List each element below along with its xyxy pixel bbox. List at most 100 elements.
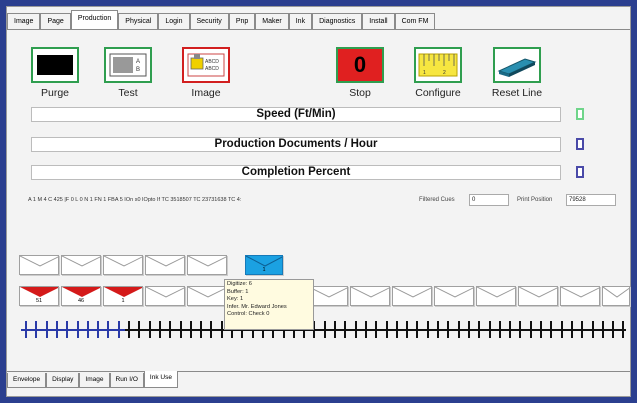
tab-maker[interactable]: Maker (255, 13, 289, 29)
tab-page[interactable]: Page (40, 13, 71, 29)
stop-counter: 0 (353, 52, 367, 77)
tab-image-view[interactable]: Image (79, 373, 110, 388)
tab-diagnostics[interactable]: Diagnostics (312, 13, 363, 29)
purge-button[interactable] (31, 47, 79, 83)
envelope[interactable] (103, 255, 143, 275)
tab-pnp[interactable]: Pnp (228, 13, 256, 29)
production-bar: Production Documents / Hour (31, 137, 561, 152)
track-tie (540, 321, 542, 338)
track-tie (498, 321, 501, 338)
reset-line-button[interactable] (493, 47, 541, 83)
envelope-with-count[interactable]: 1 (103, 286, 143, 306)
stop-button[interactable]: 0 (336, 47, 384, 83)
track-tie (76, 321, 79, 338)
track-tie (344, 321, 347, 338)
envelope[interactable] (61, 255, 101, 275)
envelope[interactable] (308, 286, 348, 306)
envelope[interactable] (350, 286, 390, 306)
track-tie (55, 321, 58, 338)
tooltip-digitize: Digitize: 6 (227, 281, 252, 287)
envelope[interactable] (602, 286, 630, 306)
track-tie (334, 321, 336, 338)
svg-text:1: 1 (423, 70, 426, 76)
track-tie (406, 321, 409, 338)
track-tie (560, 321, 563, 338)
print-position-field[interactable]: 79528 (566, 194, 616, 206)
ruler-icon: 1 2 (418, 53, 458, 77)
track-tie (570, 321, 573, 338)
track-tie (97, 321, 100, 338)
tab-login[interactable]: Login (158, 13, 190, 29)
envelope-tooltip: Digitize: 6 Buffer: 1 Key: 1 Infer. Mr. … (224, 279, 314, 330)
track-tie (437, 321, 439, 338)
tab-run-io[interactable]: Run I/O (109, 373, 144, 388)
tab-production[interactable]: Production (70, 10, 119, 29)
envelope[interactable] (145, 286, 185, 306)
envelope[interactable] (19, 255, 59, 275)
tab-envelope[interactable]: Envelope (7, 373, 47, 388)
filtered-cues-label: Filtered Cues (419, 197, 455, 203)
print-position-label: Print Position (517, 197, 553, 203)
selected-envelope[interactable]: 1 (245, 255, 283, 275)
track-tie (354, 321, 357, 338)
completion-indicator (576, 166, 584, 178)
configure-button[interactable]: 1 2 (414, 47, 462, 83)
track-tie (200, 321, 203, 338)
app-window: Image Page Production Physical Login Sec… (6, 6, 631, 397)
svg-text:B: B (136, 67, 140, 73)
speed-indicator (576, 108, 584, 120)
test-button[interactable]: A B (104, 47, 152, 83)
envelope[interactable] (187, 255, 227, 275)
svg-text:2: 2 (443, 70, 446, 76)
envelope-count: 46 (77, 298, 85, 304)
envelope-count: 1 (121, 298, 125, 304)
track-tie (612, 321, 615, 338)
tooltip-control: Control: Check 0 (227, 311, 270, 318)
track-tie (550, 321, 553, 338)
svg-text:ABCD: ABCD (205, 59, 219, 65)
envelope[interactable] (145, 255, 185, 275)
track-tie (138, 321, 141, 338)
track-tie (364, 321, 367, 338)
top-tab-bar: Image Page Production Physical Login Sec… (7, 7, 436, 29)
envelope-with-count[interactable]: 46 (61, 286, 101, 306)
envelope[interactable] (392, 286, 432, 306)
track-tie (148, 321, 151, 338)
track-tie (591, 321, 594, 338)
envelope[interactable] (187, 286, 227, 306)
tab-ink-use[interactable]: Ink Use (143, 371, 178, 388)
tab-display[interactable]: Display (46, 373, 80, 388)
tab-security[interactable]: Security (189, 13, 229, 29)
track-tie (478, 321, 481, 338)
track-tie (385, 321, 388, 338)
filtered-cues-field[interactable]: 0 (469, 194, 509, 206)
tab-install[interactable]: Install (362, 13, 395, 29)
track-tie (488, 321, 491, 338)
track-tie (581, 321, 584, 338)
speed-bar: Speed (Ft/Min) (31, 107, 561, 122)
configure-label: Configure (415, 87, 461, 99)
envelope[interactable] (518, 286, 558, 306)
tab-physical[interactable]: Physical (118, 13, 159, 29)
track-tie (457, 321, 460, 338)
stop-label: Stop (349, 87, 371, 99)
tab-image[interactable]: Image (7, 13, 41, 29)
track-tie (447, 321, 450, 338)
conveyor-icon (497, 58, 537, 77)
envelope[interactable] (434, 286, 474, 306)
purge-label: Purge (40, 87, 70, 99)
tooltip-buffer: Buffer: 1 (227, 288, 249, 295)
tab-com-fm[interactable]: Com FM (394, 13, 436, 29)
track-tie (158, 321, 161, 338)
image-button[interactable]: ABCD ABCD (182, 47, 230, 83)
completion-bar: Completion Percent (31, 165, 561, 180)
image-label: Image (191, 87, 221, 99)
envelope[interactable] (560, 286, 600, 306)
tab-ink[interactable]: Ink (288, 13, 313, 29)
track-tie (210, 321, 213, 338)
track-tie (179, 321, 182, 338)
envelope-with-count[interactable]: 51 (19, 286, 59, 306)
envelope[interactable] (476, 286, 516, 306)
purge-icon (37, 55, 73, 75)
test-label: Test (118, 87, 138, 99)
